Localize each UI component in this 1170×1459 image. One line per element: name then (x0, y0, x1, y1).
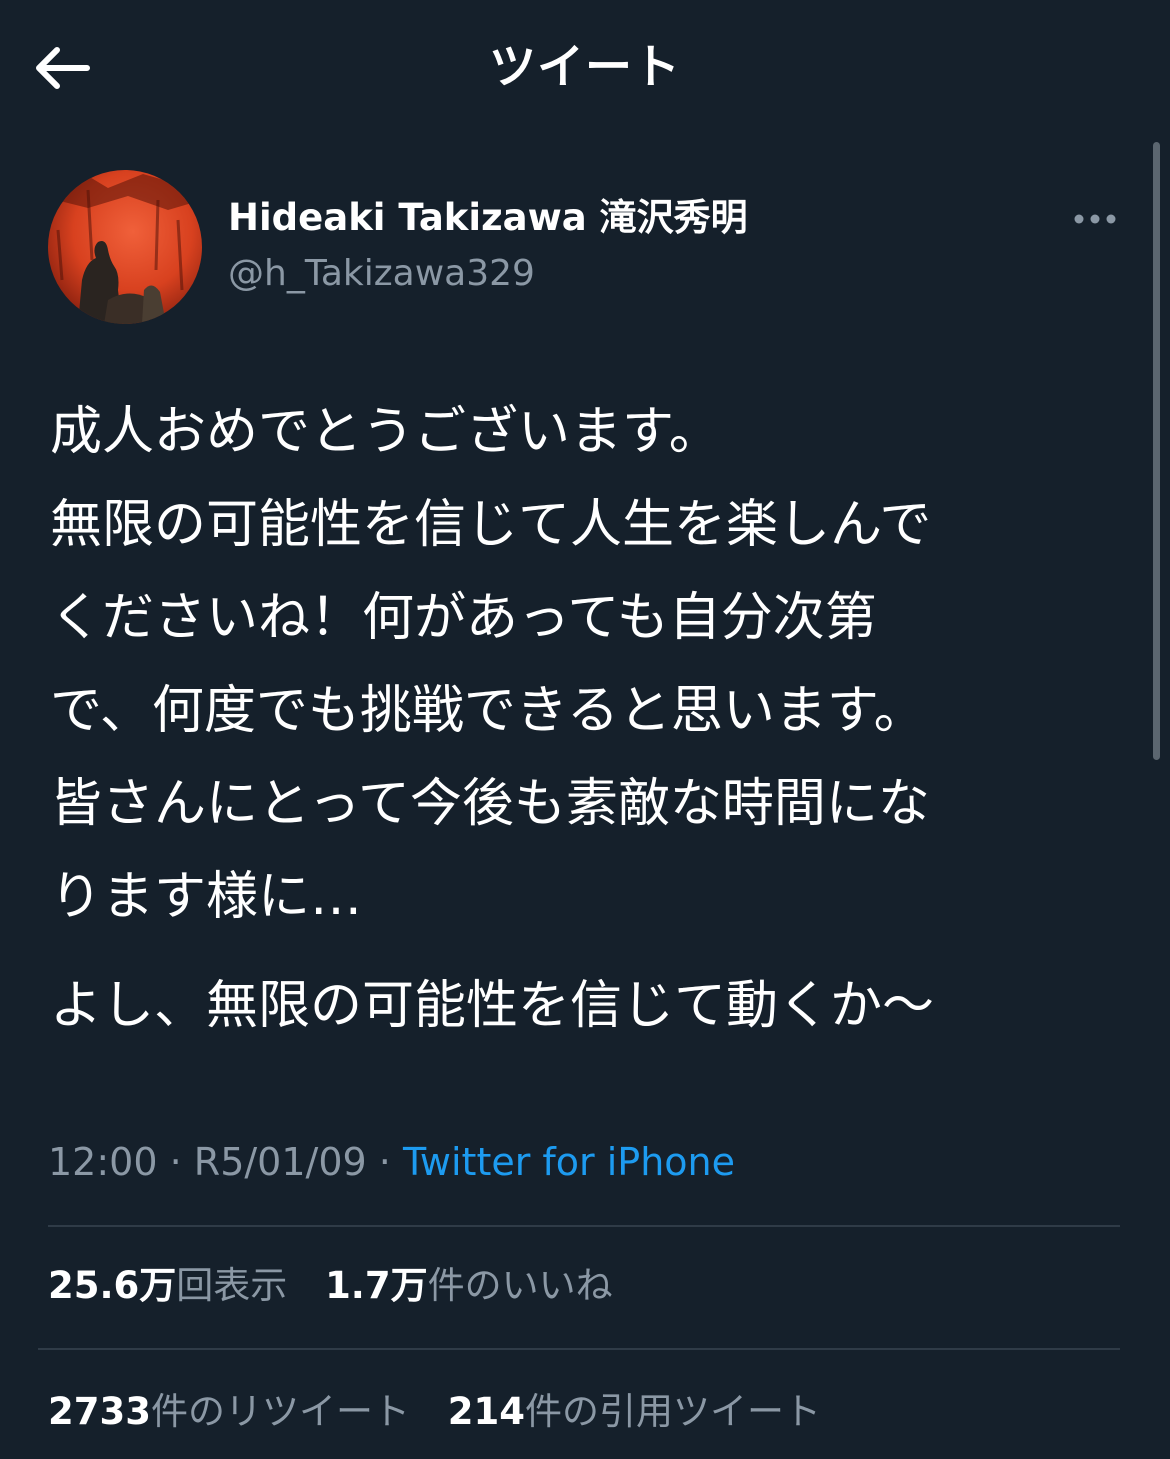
quote-tweets-label: 件の引用ツイート (524, 1390, 821, 1433)
likes-stat[interactable]: 1.7万件のいいね (325, 1258, 613, 1314)
tweet-line: くださいね！何があっても自分次第 (50, 588, 877, 648)
tweet-line: ります様に… (50, 867, 363, 927)
views-count: 25.6万 (48, 1264, 177, 1307)
tweet-line: 成人おめでとうございます。 (50, 402, 721, 462)
avatar[interactable] (48, 170, 202, 324)
divider (38, 1348, 1120, 1350)
scrollbar[interactable] (1153, 142, 1160, 760)
page-title: ツイート (489, 40, 681, 95)
views-stat[interactable]: 25.6万回表示 (48, 1258, 287, 1314)
views-label: 回表示 (176, 1264, 288, 1307)
tweet-line: 皆さんにとって今後も素敵な時間にな (50, 774, 930, 834)
author-display-name[interactable]: Hideaki Takizawa 滝沢秀明 (228, 192, 748, 244)
more-options-button[interactable] (1066, 200, 1124, 238)
stats-row-views-likes: 25.6万回表示 1.7万件のいいね (48, 1258, 639, 1314)
tweet-date: R5/01/09 (193, 1140, 367, 1184)
tweet-line: よし、無限の可能性を信じて動くか〜 (50, 976, 935, 1036)
retweets-label: 件のリツイート (150, 1390, 410, 1433)
stats-row-retweets-quotes: 2733件のリツイート 214件の引用ツイート (48, 1384, 847, 1440)
tweet-meta: 12:00 · R5/01/09 · Twitter for iPhone (48, 1134, 735, 1190)
tweet-line: 無限の可能性を信じて人生を楽しんで (50, 495, 932, 555)
tweet-source-link[interactable]: Twitter for iPhone (403, 1140, 735, 1184)
tweet-text: 成人おめでとうございます。 無限の可能性を信じて人生を楽しんで くださいね！何が… (50, 386, 1140, 1053)
tweet-line: で、何度でも挑戦できると思います。 (50, 681, 926, 741)
top-bar: ツイート (0, 0, 1170, 134)
retweets-count: 2733 (48, 1390, 151, 1433)
tweet-time: 12:00 (48, 1140, 158, 1184)
avatar-image (48, 170, 202, 324)
divider (48, 1225, 1120, 1227)
retweets-stat[interactable]: 2733件のリツイート (48, 1384, 410, 1440)
more-options-icon (1074, 214, 1116, 224)
meta-separator: · (378, 1140, 391, 1184)
quote-tweets-stat[interactable]: 214件の引用ツイート (448, 1384, 821, 1440)
likes-count: 1.7万 (325, 1264, 428, 1307)
author-handle[interactable]: @h_Takizawa329 (228, 248, 535, 300)
likes-label: 件のいいね (427, 1264, 613, 1307)
quote-tweets-count: 214 (447, 1390, 525, 1433)
meta-separator: · (169, 1140, 182, 1184)
